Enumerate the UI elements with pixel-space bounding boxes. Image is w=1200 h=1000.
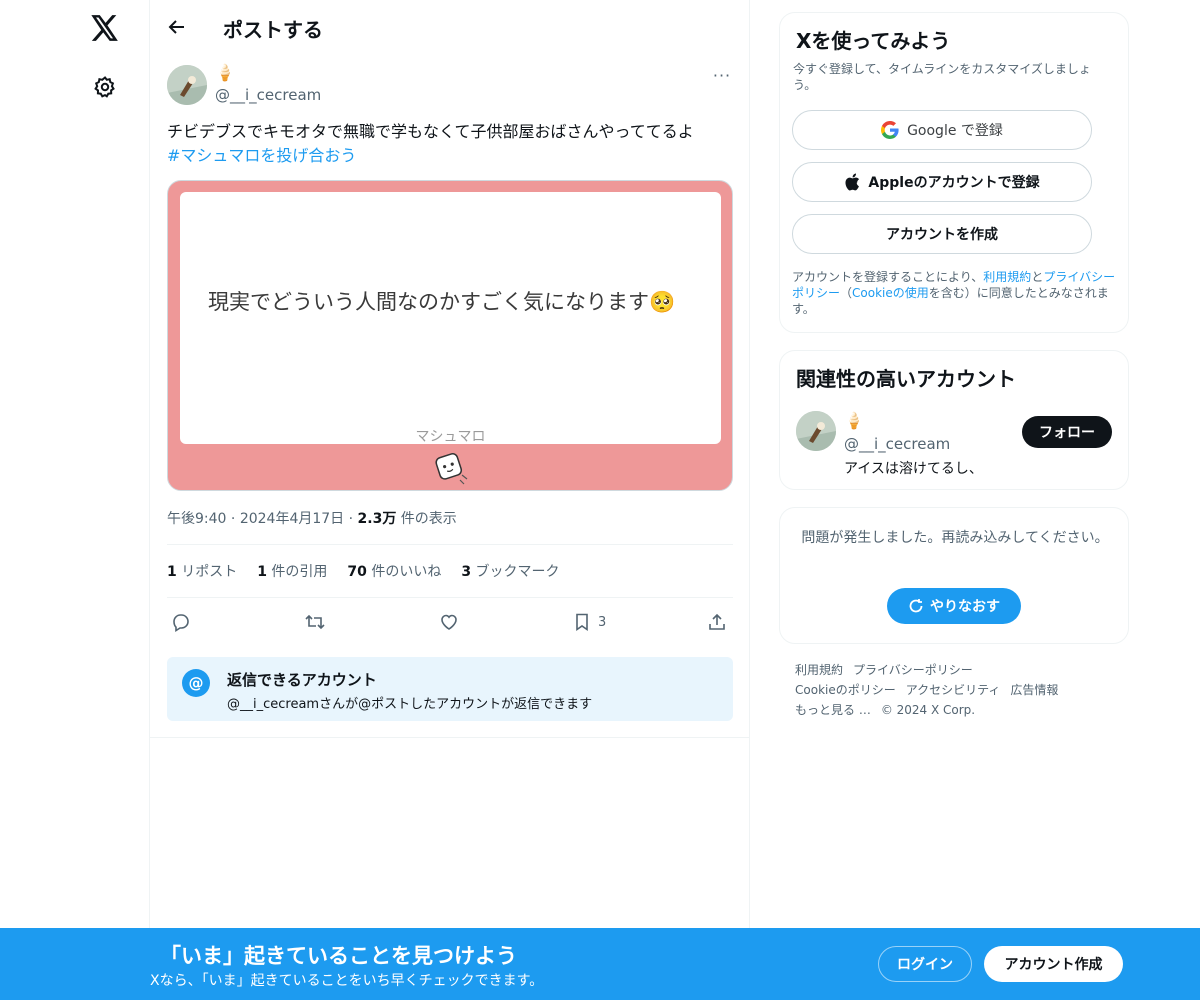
avatar[interactable] xyxy=(796,411,836,451)
post-meta: 午後9:40 · 2024年4月17日 · 2.3万 件の表示 xyxy=(167,508,457,528)
create-account-button[interactable]: アカウントを作成 xyxy=(792,214,1092,254)
apple-signup-label: Appleのアカウントで登録 xyxy=(868,175,1040,191)
footer-cookie-link[interactable]: Cookieのポリシー xyxy=(795,683,896,697)
page-title: ポストする xyxy=(223,18,323,42)
signup-button[interactable]: アカウント作成 xyxy=(984,946,1123,982)
post-stats: 1 リポスト 1 件の引用 70 件のいいね 3 ブックマーク xyxy=(167,561,560,581)
card-brand: マシュマロ xyxy=(415,429,486,445)
reply-notice-desc: @__i_cecreamさんが@ポストしたアカウントが返信できます xyxy=(227,697,593,712)
marshmallow-card: 現実でどういう人間なのかすごく気になります🥺 マシュマロ xyxy=(180,192,721,445)
bookmarks-stat[interactable]: 3 ブックマーク xyxy=(461,561,559,581)
at-icon: @ xyxy=(182,669,210,697)
terms-link[interactable]: 利用規約 xyxy=(983,270,1031,284)
post-body: チビデブスでキモオタで無職で学もなくて子供部屋おばさんやっててるよ xyxy=(167,122,694,141)
bookmark-button[interactable]: 3 xyxy=(572,608,606,636)
legal-text: と xyxy=(1031,270,1044,284)
google-signup-button[interactable]: Google で登録 xyxy=(792,110,1092,150)
bottom-signup-banner: 「いま」起きていることを見つけよう Xなら、「いま」起きていることをいち早くチェ… xyxy=(0,928,1200,1000)
bookmark-count: 3 xyxy=(598,614,607,630)
banner-title: 「いま」起きていることを見つけよう xyxy=(160,944,517,968)
post-header: ポストする xyxy=(150,0,750,54)
post-time[interactable]: 午後9:40 xyxy=(167,511,226,527)
google-signup-label: Google で登録 xyxy=(907,123,1003,139)
legal-text: アカウントを登録することにより、 xyxy=(792,270,984,284)
gear-icon[interactable] xyxy=(91,73,119,101)
footer-copyright: © 2024 X Corp. xyxy=(880,703,976,717)
google-icon xyxy=(881,121,899,139)
views-label: 件の表示 xyxy=(400,511,457,527)
handle[interactable]: @__i_cecream xyxy=(215,86,321,104)
footer-ads-link[interactable]: 広告情報 xyxy=(1010,683,1058,697)
main-column: ポストする 🍦 @__i_cecream ··· チビデブスでキモオタで無職で学… xyxy=(149,0,750,1000)
hashtag-link[interactable]: #マシュマロを投げ合おう xyxy=(167,146,356,165)
meta-dot: · xyxy=(230,511,236,527)
related-title: 関連性の高いアカウント xyxy=(796,367,1016,391)
footer-links: 利用規約 プライバシーポリシー Cookieのポリシー アクセシビリティ 広告情報 も… xyxy=(795,660,1115,720)
repost-icon[interactable] xyxy=(304,608,326,636)
post-image[interactable]: 現実でどういう人間なのかすごく気になります🥺 マシュマロ xyxy=(167,180,733,491)
meta-dot: · xyxy=(348,511,354,527)
footer-more-link[interactable]: もっと見る … xyxy=(795,703,871,717)
bookmark-icon xyxy=(576,613,588,632)
related-handle[interactable]: @__i_cecream xyxy=(844,435,950,453)
action-bar: 3 xyxy=(167,608,733,636)
likes-stat[interactable]: 70 件のいいね xyxy=(347,561,441,581)
avatar[interactable] xyxy=(167,65,207,105)
signup-legal: アカウントを登録することにより、利用規約とプライバシーポリシー（Cookieの使… xyxy=(792,269,1118,317)
follow-button[interactable]: フォロー xyxy=(1022,416,1112,448)
footer-accessibility-link[interactable]: アクセシビリティ xyxy=(906,683,1001,697)
more-icon[interactable]: ··· xyxy=(710,66,734,85)
display-name[interactable]: 🍦 xyxy=(215,63,235,82)
share-icon[interactable] xyxy=(707,608,727,636)
reposts-stat[interactable]: 1 リポスト xyxy=(167,561,237,581)
divider xyxy=(167,597,733,598)
left-nav xyxy=(0,0,150,1000)
apple-signup-button[interactable]: Appleのアカウントで登録 xyxy=(792,162,1092,202)
footer-privacy-link[interactable]: プライバシーポリシー xyxy=(853,663,973,677)
error-message: 問題が発生しました。再読み込みしてください。 xyxy=(801,530,1109,546)
banner-subtitle: Xなら、「いま」起きていることをいち早くチェックできます。 xyxy=(150,973,544,989)
right-sidebar: Xを使ってみよう 今すぐ登録して、タイムラインをカスタマイズしましょう。 Goo… xyxy=(750,0,1200,1000)
refresh-icon xyxy=(909,599,923,613)
create-account-label: アカウントを作成 xyxy=(886,227,998,243)
related-accounts-panel: 関連性の高いアカウント 🍦 @__i_cecream アイスは溶けてるし、 フォ… xyxy=(779,350,1129,490)
card-question: 現実でどういう人間なのかすごく気になります🥺 xyxy=(208,290,676,314)
signup-subtitle: 今すぐ登録して、タイムラインをカスタマイズしましょう。 xyxy=(793,62,1091,92)
related-name[interactable]: 🍦 xyxy=(844,411,864,430)
cookie-link[interactable]: Cookieの使用 xyxy=(852,286,929,300)
post-date[interactable]: 2024年4月17日 xyxy=(240,511,344,527)
arrow-left-icon[interactable] xyxy=(164,14,190,40)
error-panel: 問題が発生しました。再読み込みしてください。 やりなおす xyxy=(779,507,1129,644)
signup-panel: Xを使ってみよう 今すぐ登録して、タイムラインをカスタマイズしましょう。 Goo… xyxy=(779,12,1129,333)
views-count: 2.3万 xyxy=(357,511,397,527)
quotes-stat[interactable]: 1 件の引用 xyxy=(257,561,327,581)
post-text: チビデブスでキモオタで無職で学もなくて子供部屋おばさんやっててるよ #マシュマロ… xyxy=(167,120,737,168)
marshmallow-mascot-icon xyxy=(435,453,468,485)
legal-text: （ xyxy=(840,286,853,300)
retry-button[interactable]: やりなおす xyxy=(887,588,1021,624)
heart-icon[interactable] xyxy=(439,608,459,636)
signup-title: Xを使ってみよう xyxy=(796,29,951,53)
x-logo-icon[interactable] xyxy=(88,11,122,45)
related-bio: アイスは溶けてるし、 xyxy=(844,461,983,477)
login-button[interactable]: ログイン xyxy=(878,946,972,982)
reply-notice-title: 返信できるアカウント xyxy=(227,671,377,689)
reply-icon[interactable] xyxy=(171,608,191,636)
divider xyxy=(167,544,733,545)
apple-icon xyxy=(845,173,860,191)
divider xyxy=(150,737,750,738)
reply-restriction-notice: @ 返信できるアカウント @__i_cecreamさんが@ポストしたアカウントが… xyxy=(167,657,733,721)
footer-terms-link[interactable]: 利用規約 xyxy=(795,663,843,677)
retry-label: やりなおす xyxy=(930,599,1000,615)
